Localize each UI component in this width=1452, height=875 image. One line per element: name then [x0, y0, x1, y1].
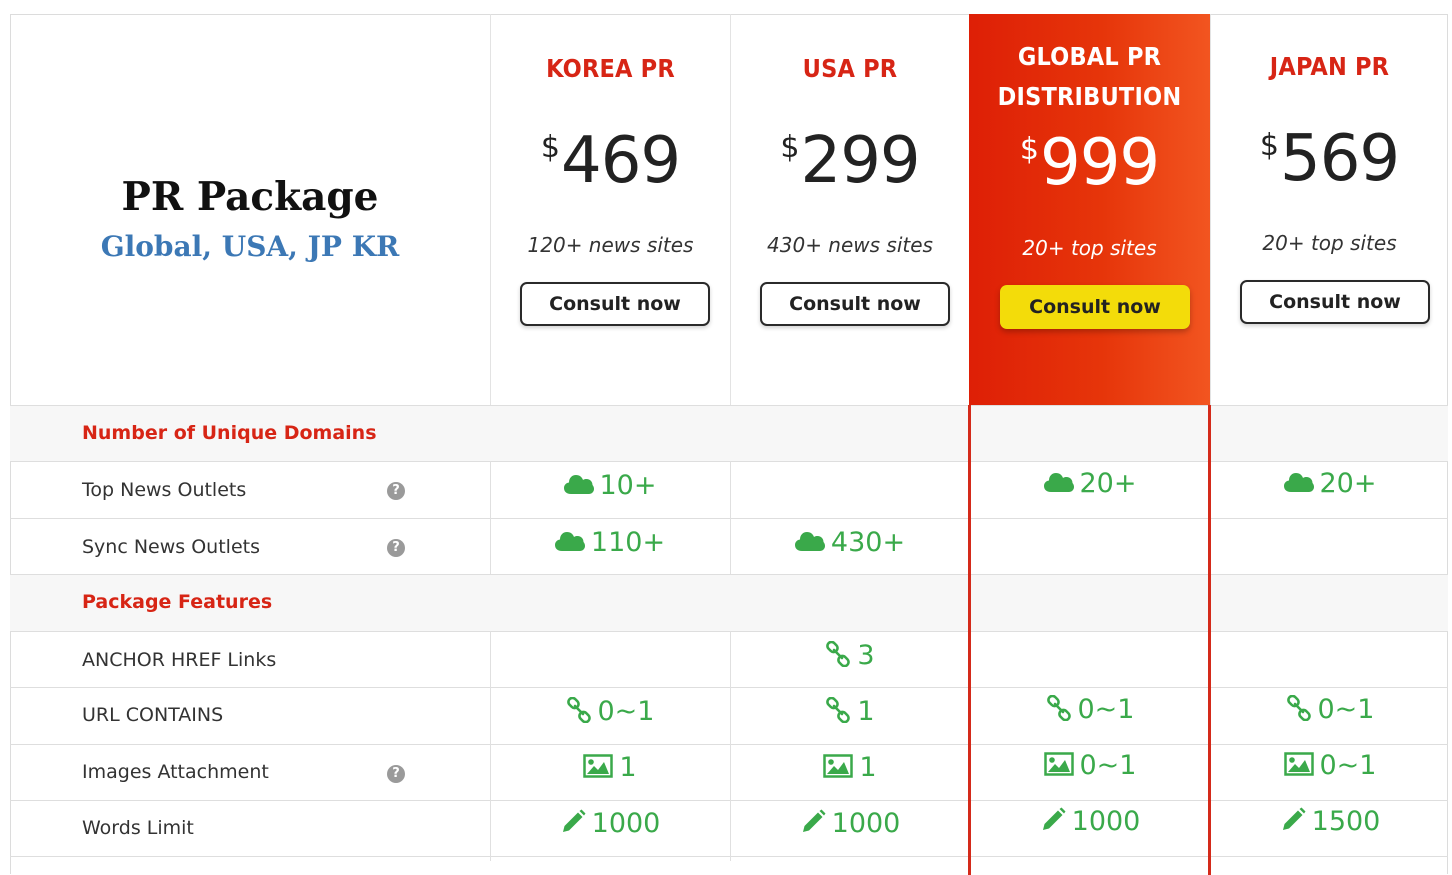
value-cell: 10+: [500, 470, 720, 501]
value-cell: 1000: [740, 808, 960, 839]
plan-price: $999: [1019, 126, 1160, 200]
section-title: Number of Unique Domains: [82, 422, 377, 444]
consult-now-button[interactable]: Consult now: [520, 282, 710, 326]
value-text: 1000: [831, 808, 901, 839]
value-cell: 0~1: [980, 694, 1200, 725]
value-text: 1: [859, 752, 877, 783]
plan-japan: JAPAN PR $569 20+ top sites Consult now: [1210, 14, 1448, 405]
value-text: 0~1: [1077, 694, 1135, 725]
row-label: Top News Outlets: [82, 479, 247, 501]
value-text: 430+: [830, 527, 906, 558]
plan-name: USA PR: [802, 54, 898, 83]
link-icon: [825, 696, 857, 727]
image-icon: [1283, 750, 1320, 781]
value-text: 1: [857, 696, 875, 727]
value-text: 1: [619, 752, 637, 783]
table-row: ANCHOR HREF Links: [10, 631, 1448, 687]
package-subtitle: Global, USA, JP KR: [100, 230, 400, 263]
value-text: 0~1: [1317, 694, 1375, 725]
plan-korea: KOREA PR $469 120+ news sites Consult no…: [490, 14, 730, 405]
plan-price: $469: [540, 124, 681, 198]
plan-price: $569: [1259, 122, 1400, 196]
consult-now-button[interactable]: Consult now: [760, 282, 950, 326]
link-icon: [825, 640, 857, 671]
section-package-features: Package Features: [10, 574, 1448, 631]
value-text: 1000: [591, 808, 661, 839]
cloud-icon: [563, 470, 600, 501]
consult-now-button[interactable]: Consult now: [1000, 285, 1190, 329]
value-text: 110+: [590, 527, 666, 558]
plan-global-highlighted: GLOBAL PR DISTRIBUTION $999 20+ top site…: [969, 14, 1210, 405]
value-cell: 1: [500, 752, 720, 783]
value-text: 3: [857, 640, 875, 671]
divider: [730, 461, 731, 574]
help-icon[interactable]: ?: [387, 539, 405, 557]
plan-usa: USA PR $299 430+ news sites Consult now: [730, 14, 969, 405]
value-text: 20+: [1319, 468, 1377, 499]
package-title: PR Package: [121, 174, 379, 220]
package-header: PR Package Global, USA, JP KR: [10, 14, 490, 405]
consult-now-button[interactable]: Consult now: [1240, 280, 1430, 324]
section-unique-domains: Number of Unique Domains: [10, 405, 1448, 461]
link-icon: [566, 696, 598, 727]
row-label: Words Limit: [82, 817, 194, 839]
value-cell: 0~1: [1220, 750, 1440, 781]
cloud-icon: [1283, 468, 1320, 499]
pencil-icon: [560, 808, 592, 839]
value-cell: 110+: [500, 527, 720, 558]
value-text: 0~1: [597, 696, 655, 727]
divider: [490, 631, 491, 861]
table-row: Sync News Outlets ?: [10, 518, 1448, 574]
plan-sites: 120+ news sites: [527, 233, 694, 257]
value-cell: 0~1: [1220, 694, 1440, 725]
value-cell: 1000: [980, 806, 1200, 837]
plan-price: $299: [780, 124, 920, 198]
row-label: Images Attachment: [82, 761, 269, 783]
image-icon: [823, 752, 859, 783]
value-text: 0~1: [1079, 750, 1137, 781]
link-icon: [1286, 694, 1318, 725]
cloud-icon: [554, 527, 591, 558]
help-icon[interactable]: ?: [387, 482, 405, 500]
cloud-icon: [1043, 468, 1080, 499]
plan-sites: 20+ top sites: [1262, 231, 1397, 255]
row-label: URL CONTAINS: [82, 704, 224, 726]
link-icon: [1046, 694, 1078, 725]
value-text: 20+: [1079, 468, 1137, 499]
image-icon: [583, 752, 619, 783]
value-cell: 3: [740, 640, 960, 671]
value-cell: 0~1: [980, 750, 1200, 781]
plan-name: GLOBAL PR DISTRIBUTION: [997, 42, 1182, 111]
value-cell: 1500: [1220, 806, 1440, 837]
value-cell: 20+: [980, 468, 1200, 499]
divider: [490, 461, 491, 574]
row-label: Sync News Outlets: [82, 536, 260, 558]
row-label: ANCHOR HREF Links: [82, 649, 277, 671]
pencil-icon: [1280, 806, 1312, 837]
value-cell: 20+: [1220, 468, 1440, 499]
cloud-icon: [794, 527, 831, 558]
plan-name: JAPAN PR: [1269, 52, 1390, 81]
help-icon[interactable]: ?: [387, 765, 405, 783]
pencil-icon: [1040, 806, 1072, 837]
value-cell: 1: [740, 696, 960, 727]
image-icon: [1043, 750, 1080, 781]
value-text: 1500: [1311, 806, 1381, 837]
value-text: 0~1: [1319, 750, 1377, 781]
value-cell: 430+: [740, 527, 960, 558]
value-cell: 0~1: [500, 696, 720, 727]
divider: [730, 631, 731, 861]
value-text: 1000: [1071, 806, 1141, 837]
value-text: 10+: [599, 470, 657, 501]
plan-sites: 20+ top sites: [1022, 236, 1157, 260]
value-cell: 1000: [500, 808, 720, 839]
plan-name: KOREA PR: [546, 54, 675, 83]
value-cell: 1: [740, 752, 960, 783]
plan-sites: 430+ news sites: [767, 233, 933, 257]
section-title: Package Features: [82, 591, 273, 613]
pencil-icon: [800, 808, 832, 839]
